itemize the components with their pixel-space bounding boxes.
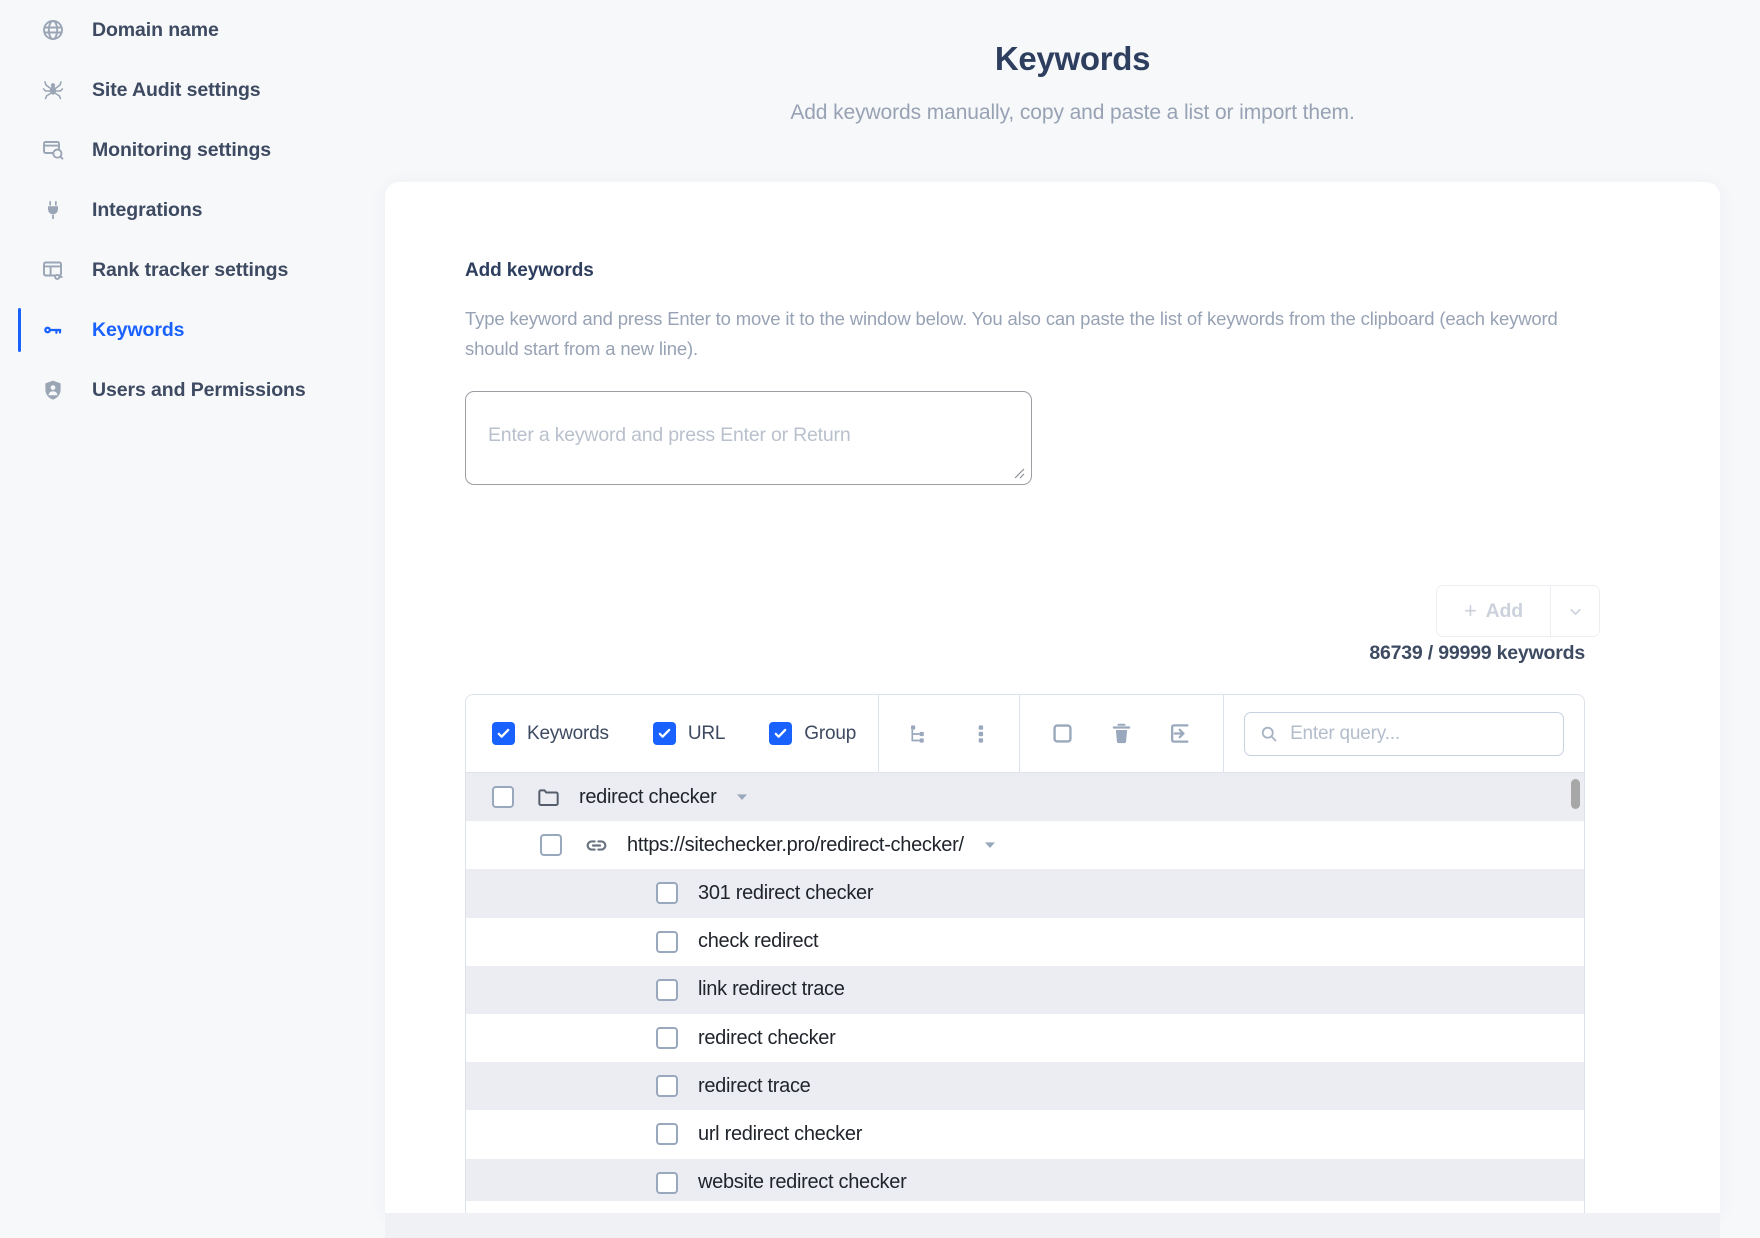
keywords-card: Add keywords Type keyword and press Ente… (385, 182, 1720, 1238)
sidebar-item-site-audit-settings[interactable]: Site Audit settings (0, 60, 385, 120)
trash-icon[interactable] (1109, 721, 1134, 746)
search-icon (1260, 725, 1278, 743)
sidebar-item-label: Keywords (92, 318, 185, 341)
card-footer-band (385, 1213, 1720, 1238)
add-dropdown-toggle[interactable] (1550, 586, 1599, 636)
filter-checkbox-keywords[interactable]: Keywords (492, 722, 609, 745)
tree-row-url[interactable]: https://sitechecker.pro/redirect-checker… (466, 821, 1584, 869)
scrollbar-thumb[interactable] (1571, 779, 1580, 809)
tree-row-keyword[interactable]: check redirect (466, 918, 1584, 966)
page-root: Domain name Site Audit settings Monitori… (0, 0, 1760, 1238)
chevron-down-icon[interactable] (734, 789, 750, 805)
sidebar-item-rank-tracker-settings[interactable]: Rank tracker settings (0, 240, 385, 300)
tree-row-keyword[interactable]: 301 redirect checker (466, 869, 1584, 918)
keyword-text: check redirect (698, 930, 819, 953)
sidebar-item-label: Rank tracker settings (92, 258, 289, 281)
export-arrow-icon[interactable] (1168, 721, 1193, 746)
sidebar-item-monitoring-settings[interactable]: Monitoring settings (0, 120, 385, 180)
tree-row-keyword[interactable]: redirect checker (466, 1014, 1584, 1062)
sidebar-item-label: Domain name (92, 18, 219, 41)
row-checkbox[interactable] (492, 786, 514, 809)
sidebar-item-domain-name[interactable]: Domain name (0, 0, 385, 60)
filter-label: Group (804, 722, 857, 744)
add-button[interactable]: + Add (1437, 586, 1550, 636)
toolbar-search-section (1224, 695, 1584, 772)
sidebar-item-keywords[interactable]: Keywords (0, 300, 385, 360)
checkbox-checked-icon (652, 722, 676, 745)
sidebar-item-label: Monitoring settings (92, 138, 271, 161)
settings-sidebar: Domain name Site Audit settings Monitori… (0, 0, 385, 1238)
chevron-down-icon[interactable] (982, 837, 998, 853)
page-subtitle: Add keywords manually, copy and paste a … (790, 101, 1355, 124)
tree-toolbar: Keywords URL Group (466, 695, 1584, 773)
keyword-text: website redirect checker (698, 1171, 907, 1194)
plug-icon (40, 197, 66, 223)
rank-table-icon (40, 257, 66, 283)
tree-row-group[interactable]: redirect checker (466, 773, 1584, 822)
filter-checkbox-url[interactable]: URL (652, 722, 726, 745)
row-checkbox[interactable] (656, 1027, 678, 1050)
keyword-input[interactable] (465, 391, 1032, 485)
tree-row-keyword[interactable]: link redirect trace (466, 965, 1584, 1014)
keyword-text: link redirect trace (698, 978, 845, 1001)
sidebar-item-label: Site Audit settings (92, 78, 261, 101)
tree-body: redirect checker https://sitechecker.pro… (466, 773, 1584, 1238)
plus-icon: + (1464, 598, 1477, 623)
folder-icon (536, 785, 561, 810)
page-title: Keywords (994, 40, 1151, 77)
tree-structure-icon[interactable] (905, 722, 929, 746)
monitor-search-icon (40, 137, 66, 163)
add-button-label: Add (1485, 599, 1524, 622)
keyword-text: url redirect checker (698, 1122, 863, 1145)
spider-icon (40, 77, 66, 103)
tree-scroll-area[interactable]: redirect checker https://sitechecker.pro… (466, 773, 1584, 1238)
checkbox-checked-icon (492, 722, 515, 745)
link-icon (584, 833, 609, 858)
tree-row-keyword[interactable]: redirect trace (466, 1062, 1584, 1111)
group-name: redirect checker (579, 785, 717, 808)
row-checkbox[interactable] (656, 1123, 678, 1146)
add-button-group: + Add (1436, 585, 1600, 637)
sidebar-item-users-and-permissions[interactable]: Users and Permissions (0, 360, 385, 420)
select-square-icon[interactable] (1050, 721, 1075, 746)
row-checkbox[interactable] (656, 978, 678, 1001)
filter-label: URL (687, 722, 726, 744)
globe-icon (40, 17, 66, 43)
keyword-text: 301 redirect checker (698, 881, 874, 904)
checkbox-checked-icon (769, 722, 793, 745)
url-text: https://sitechecker.pro/redirect-checker… (627, 833, 964, 856)
tree-row-keyword[interactable]: website redirect checker (466, 1158, 1584, 1207)
keywords-counter: 86739 / 99999 keywords (1369, 642, 1585, 664)
sidebar-item-integrations[interactable]: Integrations (0, 180, 385, 240)
query-input-wrapper (1244, 711, 1564, 756)
row-checkbox[interactable] (656, 882, 678, 905)
query-input[interactable] (1290, 722, 1548, 745)
keywords-tree-panel: Keywords URL Group Enter query... redire… (465, 694, 1585, 1238)
section-title: Add keywords (465, 260, 594, 281)
filter-label: Keywords (527, 722, 609, 744)
filter-checkbox-group[interactable]: Group (769, 722, 856, 745)
tree-scrollbar[interactable] (1571, 779, 1580, 1238)
toolbar-view-actions (879, 695, 1021, 772)
page-header: Keywords Add keywords manually, copy and… (385, 0, 1760, 125)
row-checkbox[interactable] (656, 1075, 678, 1098)
toolbar-bulk-actions (1020, 695, 1225, 772)
tree-row-keyword[interactable]: url redirect checker (466, 1110, 1584, 1158)
row-checkbox[interactable] (656, 930, 678, 953)
key-icon (40, 317, 66, 343)
keyword-input-wrapper (465, 391, 1032, 485)
toolbar-column-filters: Keywords URL Group (466, 695, 880, 772)
section-description: Type keyword and press Enter to move it … (465, 308, 1558, 359)
user-shield-icon (40, 377, 66, 403)
keyword-text: redirect trace (698, 1074, 811, 1097)
row-checkbox[interactable] (540, 834, 562, 857)
keyword-text: redirect checker (698, 1026, 836, 1049)
row-checkbox[interactable] (656, 1171, 678, 1194)
sidebar-item-label: Integrations (92, 198, 203, 221)
more-vertical-icon[interactable] (969, 722, 993, 746)
sidebar-item-label: Users and Permissions (92, 378, 306, 401)
